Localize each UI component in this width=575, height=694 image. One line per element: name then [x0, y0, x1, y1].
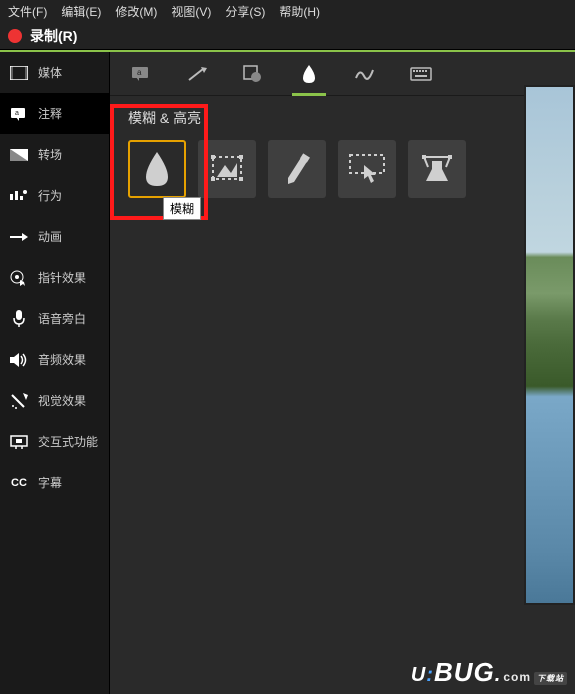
- tab-sketch[interactable]: [352, 52, 378, 96]
- tool-grid: [110, 136, 575, 202]
- sidebar-item-interactive[interactable]: 交互式功能: [0, 421, 109, 462]
- tooltip: 模糊: [163, 197, 201, 220]
- sidebar-item-behavior[interactable]: 行为: [0, 175, 109, 216]
- animation-icon: [10, 229, 28, 245]
- audio-icon: [10, 352, 28, 368]
- sidebar-item-label: 视觉效果: [38, 392, 86, 409]
- preview-thumbnail: [524, 85, 575, 605]
- annotation-icon: a: [10, 106, 28, 122]
- tool-interactive-hotspot[interactable]: [338, 140, 396, 198]
- sidebar-item-label: 指针效果: [38, 269, 86, 286]
- tool-tabs: a: [110, 52, 575, 96]
- menu-file[interactable]: 文件(F): [8, 3, 47, 20]
- transition-icon: [10, 147, 28, 163]
- sidebar-item-transition[interactable]: 转场: [0, 134, 109, 175]
- sidebar-item-voice-narration[interactable]: 语音旁白: [0, 298, 109, 339]
- tab-callout[interactable]: a: [128, 52, 154, 96]
- sidebar-item-cursor-effects[interactable]: 指针效果: [0, 257, 109, 298]
- sidebar-item-label: 字幕: [38, 474, 62, 491]
- sidebar-item-label: 媒体: [38, 64, 62, 81]
- sidebar-item-label: 语音旁白: [38, 310, 86, 327]
- sidebar: 媒体 a 注释 转场 行为 动画: [0, 52, 110, 694]
- sidebar-item-label: 动画: [38, 228, 62, 245]
- record-dot-icon: [8, 29, 22, 43]
- record-bar[interactable]: 录制(R): [0, 22, 575, 50]
- sidebar-item-media[interactable]: 媒体: [0, 52, 109, 93]
- tab-keyboard[interactable]: [408, 52, 434, 96]
- behavior-icon: [10, 188, 28, 204]
- sidebar-item-annotation[interactable]: a 注释: [0, 93, 109, 134]
- tool-blur[interactable]: [128, 140, 186, 198]
- sidebar-item-label: 注释: [38, 105, 62, 122]
- sidebar-item-visual-effects[interactable]: 视觉效果: [0, 380, 109, 421]
- menu-help[interactable]: 帮助(H): [279, 3, 320, 20]
- menu-modify[interactable]: 修改(M): [115, 3, 157, 20]
- cc-icon: CC: [10, 475, 28, 491]
- sidebar-item-audio-effects[interactable]: 音频效果: [0, 339, 109, 380]
- sidebar-item-label: 转场: [38, 146, 62, 163]
- tab-arrow[interactable]: [184, 52, 210, 96]
- tab-shape[interactable]: [240, 52, 266, 96]
- record-label: 录制(R): [30, 26, 77, 46]
- sidebar-item-captions[interactable]: CC 字幕: [0, 462, 109, 503]
- tool-highlight[interactable]: [268, 140, 326, 198]
- sidebar-item-label: 交互式功能: [38, 433, 98, 450]
- sidebar-item-animation[interactable]: 动画: [0, 216, 109, 257]
- sidebar-item-label: 行为: [38, 187, 62, 204]
- media-icon: [10, 65, 28, 81]
- watermark: U:BUG.com下载站: [411, 657, 567, 688]
- section-title: 模糊 & 高亮: [110, 96, 575, 136]
- svg-text:a: a: [15, 110, 19, 117]
- menu-view[interactable]: 视图(V): [171, 3, 211, 20]
- visual-icon: [10, 393, 28, 409]
- tool-spotlight[interactable]: [408, 140, 466, 198]
- cursor-icon: [10, 270, 28, 286]
- tab-blur[interactable]: [296, 52, 322, 96]
- menu-share[interactable]: 分享(S): [225, 3, 265, 20]
- menu-edit[interactable]: 编辑(E): [61, 3, 101, 20]
- sidebar-item-label: 音频效果: [38, 351, 86, 368]
- tool-pixelate[interactable]: [198, 140, 256, 198]
- mic-icon: [10, 311, 28, 327]
- interactive-icon: [10, 434, 28, 450]
- content-panel: a 模糊 & 高亮: [110, 52, 575, 694]
- svg-text:a: a: [137, 68, 142, 77]
- menubar: 文件(F) 编辑(E) 修改(M) 视图(V) 分享(S) 帮助(H): [0, 0, 575, 22]
